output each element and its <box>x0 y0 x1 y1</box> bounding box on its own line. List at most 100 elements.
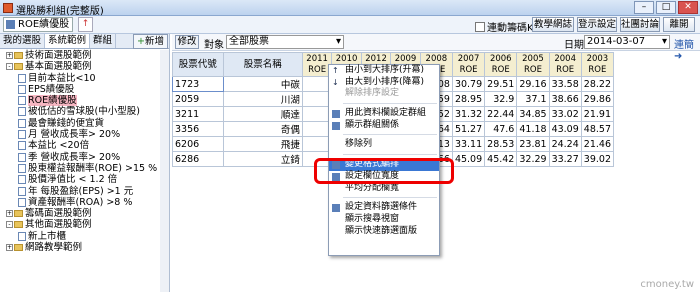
cell-value[interactable]: 23.81 <box>516 136 550 152</box>
cell-code[interactable]: 3356 <box>172 121 224 137</box>
minimize-button[interactable]: – <box>634 1 654 14</box>
cell-name[interactable]: 飛捷 <box>222 136 303 152</box>
col-header-code[interactable]: 股票代號 <box>172 52 224 77</box>
col-header-roe[interactable]: 2007 ROE <box>451 52 486 77</box>
col-header-roe[interactable]: 2004 ROE <box>548 52 582 77</box>
tab-my-screens[interactable]: 我的選股 <box>0 34 46 48</box>
tab-groups[interactable]: 群組 <box>90 34 117 48</box>
cell-value[interactable]: 32.9 <box>484 91 518 107</box>
cell-name[interactable]: 立錡 <box>222 151 303 167</box>
cell-name[interactable]: 川湖 <box>222 91 303 107</box>
close-window-button[interactable]: ✕ <box>678 1 698 14</box>
cell-value[interactable]: 31.32 <box>451 106 486 122</box>
tutorial-blog-button[interactable]: 教學網誌 <box>532 17 574 32</box>
expand-icon[interactable]: + <box>6 244 13 252</box>
cell-code[interactable]: 3211 <box>172 106 224 122</box>
tree-item[interactable]: 股價淨值比 < 1.2 倍 <box>0 174 170 185</box>
object-select[interactable]: 全部股票 ▾ <box>226 35 344 49</box>
cell-value[interactable]: 41.18 <box>516 121 550 137</box>
cell-value[interactable]: 38.66 <box>548 91 582 107</box>
tree-item[interactable]: 季 營收成長率> 20% <box>0 152 170 163</box>
collapse-icon[interactable]: - <box>6 221 13 229</box>
menu-item[interactable]: ↓ 由大到小排序(降冪) <box>329 77 439 89</box>
expand-icon[interactable]: + <box>6 210 13 218</box>
exit-button[interactable]: 離開 <box>663 17 695 32</box>
menu-item[interactable]: 顯示搜尋視窗 <box>329 214 439 226</box>
tree-item[interactable]: 年 每股盈餘(EPS) >1 元 <box>0 186 170 197</box>
tree-folder[interactable]: + 網路教學範例 <box>0 242 170 253</box>
col-header-roe[interactable]: 2003 ROE <box>580 52 615 77</box>
expand-icon[interactable]: + <box>6 52 13 59</box>
new-button[interactable]: +新增 <box>133 34 168 49</box>
tree-item[interactable]: 股東權益報酬率(ROE) >15 % <box>0 163 170 174</box>
menu-item[interactable]: 設定資料篩選條件 <box>329 202 439 214</box>
cell-name[interactable]: 中碳 <box>222 76 303 92</box>
cell-value[interactable]: 29.51 <box>484 76 518 92</box>
cell-name[interactable]: 奇偶 <box>222 121 303 137</box>
cell-value[interactable]: 28.53 <box>484 136 518 152</box>
cell-value[interactable]: 45.42 <box>484 151 518 167</box>
edit-button[interactable]: 修改 <box>175 35 199 49</box>
cell-value[interactable]: 37.1 <box>516 91 550 107</box>
tree-item[interactable]: ROE績優股 <box>0 95 170 107</box>
cell-value[interactable]: 21.91 <box>580 106 615 122</box>
tree-folder[interactable]: - 其他面選股範例 <box>0 219 170 230</box>
tree-item[interactable]: 月 營收成長率> 20% <box>0 129 170 140</box>
left-scrollbar[interactable] <box>160 50 169 292</box>
menu-item[interactable]: 平均分配欄寬 <box>329 183 439 195</box>
community-button[interactable]: 社團討論 <box>620 17 660 32</box>
cell-value[interactable]: 32.29 <box>516 151 550 167</box>
tree-folder[interactable]: + 籌碼面選股範例 <box>0 208 170 219</box>
menu-item[interactable]: 用此資料欄設定群組 <box>329 108 439 120</box>
checkbox-box[interactable] <box>475 21 485 32</box>
cell-value[interactable]: 33.58 <box>548 76 582 92</box>
cell-value[interactable]: 48.57 <box>580 121 615 137</box>
export-icon[interactable]: ↑ <box>78 17 93 32</box>
tree-folder[interactable]: - 基本面選股範例 <box>0 61 170 72</box>
maximize-button[interactable]: □ <box>656 1 676 14</box>
tree-item[interactable]: 本益比 <20倍 <box>0 140 170 151</box>
strategy-selector[interactable]: ROE績優股 <box>3 17 73 32</box>
display-settings-button[interactable]: 登示設定 <box>577 17 617 32</box>
tree-item[interactable]: 被低估的雪球股(中小型股) <box>0 106 170 117</box>
cell-value[interactable]: 24.24 <box>548 136 582 152</box>
cell-code[interactable]: 2059 <box>172 91 224 107</box>
tree-item[interactable]: 目前本益比<10 <box>0 73 170 84</box>
cell-value[interactable]: 33.02 <box>548 106 582 122</box>
tab-system-examples[interactable]: 系統範例 <box>45 34 91 48</box>
cell-value[interactable]: 45.09 <box>451 151 486 167</box>
col-header-roe[interactable]: 2005 ROE <box>516 52 550 77</box>
cell-value[interactable]: 28.22 <box>580 76 615 92</box>
menu-item[interactable]: 顯示群組關係 <box>329 120 439 132</box>
tree-folder[interactable]: + 技術面選股範例 <box>0 50 170 61</box>
cell-name[interactable]: 順達 <box>222 106 303 122</box>
cell-value[interactable]: 33.27 <box>548 151 582 167</box>
tree-item[interactable]: EPS績優股 <box>0 84 170 95</box>
tree-item[interactable]: 資產報酬率(ROA) >8 % <box>0 197 170 208</box>
cell-code[interactable]: 6206 <box>172 136 224 152</box>
sync-chip-k-checkbox[interactable]: 連動籌碼K <box>475 19 534 34</box>
menu-item[interactable]: 顯示快速篩選面版 <box>329 226 439 238</box>
collapse-icon[interactable]: - <box>6 63 13 71</box>
cell-value[interactable]: 28.95 <box>451 91 486 107</box>
cell-value[interactable]: 47.6 <box>484 121 518 137</box>
cell-value[interactable]: 29.86 <box>580 91 615 107</box>
menu-item[interactable]: ↑ 由小到大排序(升冪) <box>329 65 439 77</box>
date-picker[interactable]: 2014-03-07 ▾ <box>584 35 670 49</box>
tree-item[interactable]: 新上市櫃 <box>0 231 170 242</box>
menu-item[interactable]: 移除列 <box>329 139 439 151</box>
cell-value[interactable]: 21.46 <box>580 136 615 152</box>
tree-item[interactable]: 最會賺錢的便宜貨 <box>0 118 170 129</box>
col-header-name[interactable]: 股票名稱 <box>222 52 303 77</box>
cell-value[interactable]: 22.44 <box>484 106 518 122</box>
cell-value[interactable]: 33.11 <box>451 136 486 152</box>
cell-code[interactable]: 6286 <box>172 151 224 167</box>
cell-value[interactable]: 51.27 <box>451 121 486 137</box>
link-button[interactable]: 連簡➜ <box>674 36 700 62</box>
cell-value[interactable]: 30.79 <box>451 76 486 92</box>
cell-value[interactable]: 39.02 <box>580 151 615 167</box>
cell-value[interactable]: 29.16 <box>516 76 550 92</box>
cell-code[interactable]: 1723 <box>172 76 224 92</box>
col-header-roe[interactable]: 2006 ROE <box>484 52 518 77</box>
cell-value[interactable]: 43.09 <box>548 121 582 137</box>
